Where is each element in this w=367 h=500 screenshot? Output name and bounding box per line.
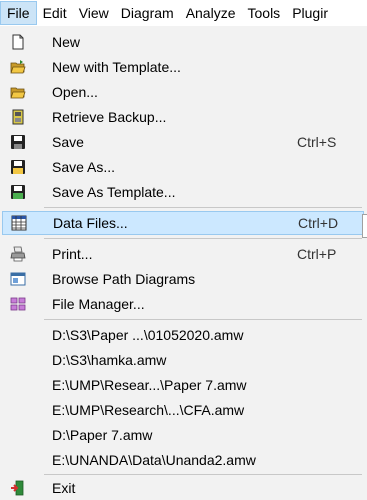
folder-open-template-icon — [10, 60, 26, 74]
shortcut-label: Ctrl+D — [298, 215, 339, 231]
recent-file-item[interactable]: D:\Paper 7.amw — [0, 423, 367, 447]
menu-item-save-as-template[interactable]: Save As Template... — [0, 180, 367, 204]
recent-file-item[interactable]: E:\UNANDA\Data\Unanda2.amw — [0, 448, 367, 472]
save-as-template-icon — [11, 185, 25, 199]
menu-item-label: Save As Template... — [52, 184, 176, 200]
menu-view[interactable]: View — [73, 1, 115, 25]
printer-icon — [10, 246, 26, 262]
backup-icon — [12, 109, 24, 125]
menu-item-label: Retrieve Backup... — [52, 109, 167, 125]
menu-item-label: Save — [52, 134, 84, 150]
menu-tools[interactable]: Tools — [242, 1, 287, 25]
menu-item-data-files[interactable]: Data Files... Ctrl+D — [2, 211, 364, 235]
menu-item-exit[interactable]: Exit — [0, 476, 367, 500]
menu-item-file-manager[interactable]: File Manager... — [0, 292, 367, 316]
recent-file-label: E:\UMP\Resear...\Paper 7.amw — [52, 377, 247, 393]
menu-item-label: Open... — [52, 84, 98, 100]
menu-analyze[interactable]: Analyze — [180, 1, 242, 25]
background-window-edge — [362, 214, 367, 238]
menu-item-open[interactable]: Open... — [0, 80, 367, 104]
menu-item-label: New — [52, 34, 81, 50]
exit-door-icon — [11, 480, 24, 496]
recent-file-label: E:\UMP\Research\...\CFA.amw — [52, 402, 245, 418]
menu-item-retrieve-backup[interactable]: Retrieve Backup... — [0, 105, 367, 129]
menu-item-label: Print... — [52, 246, 93, 262]
save-as-icon — [11, 160, 25, 174]
menu-item-label: Exit — [52, 480, 76, 496]
file-menu-dropdown: New New with Template... Open... Retriev… — [0, 26, 367, 500]
recent-file-item[interactable]: D:\S3\hamka.amw — [0, 348, 367, 372]
menu-item-browse-path-diagrams[interactable]: Browse Path Diagrams — [0, 267, 367, 291]
data-grid-icon — [11, 215, 27, 231]
menu-item-new[interactable]: New — [0, 30, 367, 54]
menu-item-label: Save As... — [52, 159, 116, 175]
recent-file-label: D:\S3\hamka.amw — [52, 352, 167, 368]
recent-file-item[interactable]: E:\UMP\Resear...\Paper 7.amw — [0, 373, 367, 397]
menu-item-label: File Manager... — [52, 296, 145, 312]
recent-file-label: D:\S3\Paper ...\01052020.amw — [52, 327, 244, 343]
menu-item-save-as[interactable]: Save As... — [0, 155, 367, 179]
menu-item-label: Browse Path Diagrams — [52, 271, 196, 287]
menu-separator — [44, 319, 362, 320]
application-window: File Edit View Diagram Analyze Tools Plu… — [0, 0, 367, 500]
menu-bar: File Edit View Diagram Analyze Tools Plu… — [0, 0, 367, 26]
menu-item-label: New with Template... — [52, 59, 181, 75]
recent-file-item[interactable]: D:\S3\Paper ...\01052020.amw — [0, 323, 367, 347]
new-document-icon — [12, 34, 24, 50]
menu-file[interactable]: File — [0, 1, 37, 25]
save-disk-icon — [11, 135, 25, 149]
shortcut-label: Ctrl+P — [297, 246, 337, 262]
menu-diagram[interactable]: Diagram — [115, 1, 180, 25]
menu-item-new-with-template[interactable]: New with Template... — [0, 55, 367, 79]
shortcut-label: Ctrl+S — [297, 134, 337, 150]
menu-separator — [44, 474, 362, 475]
recent-file-label: E:\UNANDA\Data\Unanda2.amw — [52, 452, 256, 468]
menu-plugins[interactable]: Plugir — [286, 1, 334, 25]
menu-edit[interactable]: Edit — [37, 1, 73, 25]
menu-item-label: Data Files... — [53, 215, 128, 231]
file-manager-icon — [10, 297, 26, 311]
menu-item-print[interactable]: Print... Ctrl+P — [0, 242, 367, 266]
menu-separator — [44, 238, 362, 239]
menu-separator — [44, 207, 362, 208]
recent-file-label: D:\Paper 7.amw — [52, 427, 153, 443]
recent-file-item[interactable]: E:\UMP\Research\...\CFA.amw — [0, 398, 367, 422]
folder-open-icon — [10, 87, 26, 99]
menu-item-save[interactable]: Save Ctrl+S — [0, 130, 367, 154]
browse-diagrams-icon — [10, 272, 26, 286]
